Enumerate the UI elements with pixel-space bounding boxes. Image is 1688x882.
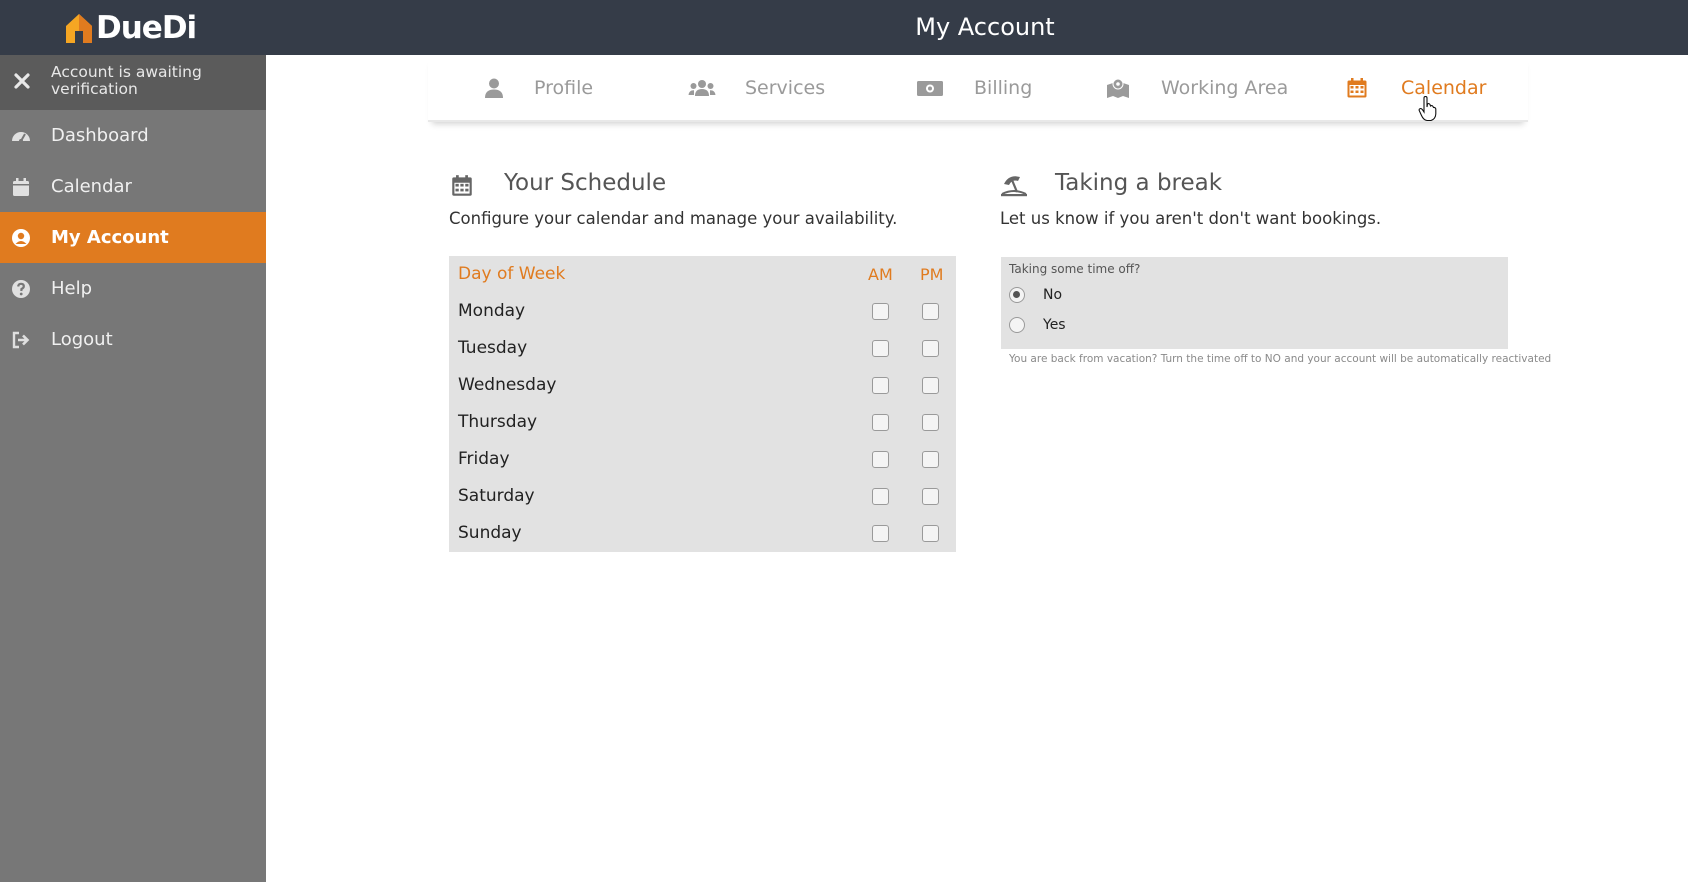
time-off-note: You are back from vacation? Turn the tim… [1009, 353, 1552, 365]
schedule-title: Your Schedule [504, 170, 667, 196]
pm-checkbox[interactable] [922, 340, 939, 357]
day-of-week-header: Day of Week [458, 264, 566, 284]
pm-checkbox[interactable] [922, 414, 939, 431]
pm-header: PM [920, 265, 944, 284]
day-label: Thursday [458, 412, 538, 432]
break-title: Taking a break [1055, 170, 1223, 196]
table-row: Friday [449, 441, 956, 478]
sidebar: Account is awaiting verification Dashboa… [0, 55, 266, 882]
tab-label: Profile [534, 77, 594, 99]
tab-label: Billing [974, 77, 1033, 99]
close-icon[interactable] [12, 71, 32, 91]
pm-checkbox[interactable] [922, 525, 939, 542]
user-circle-icon [12, 229, 30, 247]
am-checkbox[interactable] [872, 414, 889, 431]
table-row: Tuesday [449, 330, 956, 367]
schedule-header: Day of Week AM PM [449, 256, 956, 293]
day-label: Friday [458, 449, 510, 469]
radio-label: Yes [1043, 317, 1066, 333]
account-tabs: Profile Services Billing Working Area Ca… [428, 55, 1528, 122]
am-checkbox[interactable] [872, 525, 889, 542]
pm-checkbox[interactable] [922, 451, 939, 468]
umbrella-beach-icon [1001, 176, 1027, 197]
am-checkbox[interactable] [872, 377, 889, 394]
table-row: Thursday [449, 404, 956, 441]
verification-text: Account is awaiting verification [51, 63, 202, 98]
table-row: Sunday [449, 515, 956, 552]
logout-icon [12, 331, 30, 349]
pm-checkbox[interactable] [922, 488, 939, 505]
day-label: Sunday [458, 523, 522, 543]
tab-billing[interactable]: Billing [916, 55, 1066, 122]
user-icon [485, 78, 503, 98]
tab-label: Working Area [1161, 77, 1289, 99]
pm-checkbox[interactable] [922, 377, 939, 394]
radio-yes[interactable] [1009, 317, 1025, 333]
sidebar-item-calendar[interactable]: Calendar [0, 161, 266, 212]
sidebar-item-logout[interactable]: Logout [0, 314, 266, 365]
sidebar-item-label: My Account [51, 227, 169, 248]
sidebar-item-dashboard[interactable]: Dashboard [0, 110, 266, 161]
am-header: AM [868, 265, 893, 284]
users-icon [688, 80, 716, 96]
sidebar-item-label: Calendar [51, 176, 132, 197]
sidebar-item-label: Dashboard [51, 125, 149, 146]
hand-cursor-icon [1418, 96, 1437, 122]
tab-label: Services [745, 77, 826, 99]
day-label: Tuesday [458, 338, 528, 358]
help-icon [12, 280, 30, 298]
money-icon [917, 81, 943, 96]
sidebar-item-label: Help [51, 278, 93, 299]
time-off-box: Taking some time off? No Yes [1001, 257, 1508, 349]
sidebar-item-label: Logout [51, 329, 113, 350]
tab-working-area[interactable]: Working Area [1106, 55, 1306, 122]
tab-services[interactable]: Services [688, 55, 848, 122]
am-checkbox[interactable] [872, 303, 889, 320]
verification-notice: Account is awaiting verification [0, 55, 266, 110]
table-row: Wednesday [449, 367, 956, 404]
break-subtitle: Let us know if you aren't don't want boo… [1000, 209, 1382, 228]
day-label: Monday [458, 301, 526, 321]
time-off-question: Taking some time off? [1009, 262, 1141, 276]
schedule-table: Day of Week AM PM Monday Tuesday Wednesd… [449, 256, 956, 552]
tab-profile[interactable]: Profile [482, 55, 632, 122]
sidebar-item-help[interactable]: Help [0, 263, 266, 314]
am-checkbox[interactable] [872, 340, 889, 357]
radio-label: No [1043, 287, 1063, 303]
schedule-subtitle: Configure your calendar and manage your … [449, 209, 898, 228]
am-checkbox[interactable] [872, 488, 889, 505]
calendar-icon [452, 175, 472, 196]
radio-no[interactable] [1009, 287, 1025, 303]
sidebar-item-my-account[interactable]: My Account [0, 212, 266, 263]
pm-checkbox[interactable] [922, 303, 939, 320]
day-label: Saturday [458, 486, 535, 506]
dashboard-icon [12, 132, 30, 143]
map-icon [1107, 78, 1129, 98]
day-label: Wednesday [458, 375, 557, 395]
page-title: My Account [915, 13, 1055, 41]
table-row: Saturday [449, 478, 956, 515]
calendar-icon [1347, 78, 1367, 98]
calendar-icon [13, 178, 29, 196]
tab-label: Calendar [1401, 77, 1487, 99]
am-checkbox[interactable] [872, 451, 889, 468]
top-bar: DueDi My Account [0, 0, 1688, 55]
table-row: Monday [449, 293, 956, 330]
